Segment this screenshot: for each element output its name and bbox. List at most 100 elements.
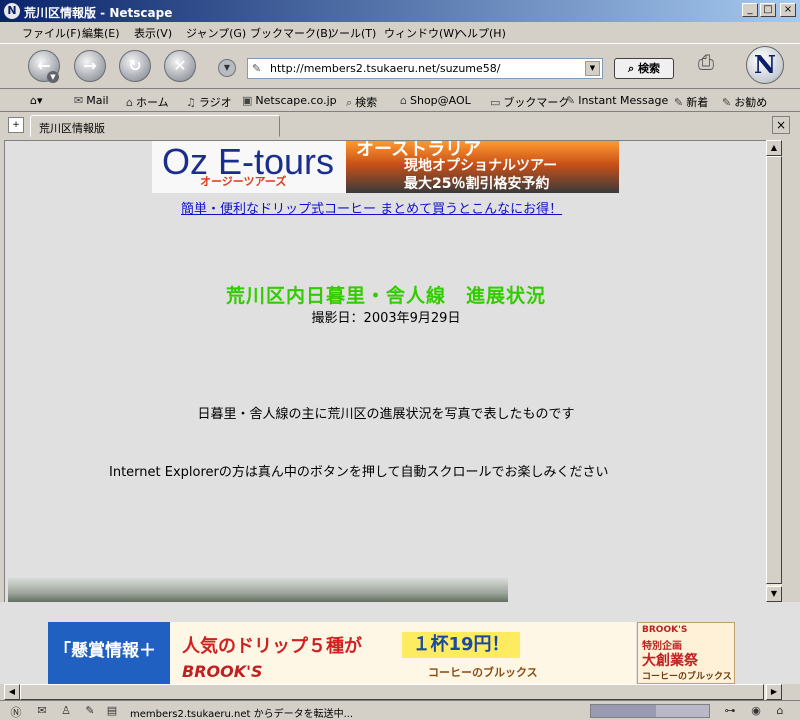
mail-icon: ✉ <box>74 94 84 107</box>
forward-arrow-icon: → <box>83 56 97 75</box>
folder-icon: ▭ <box>490 96 501 109</box>
minimize-button[interactable]: _ <box>742 3 758 17</box>
bookmark-home[interactable]: ⌂ ホーム <box>126 94 169 110</box>
vertical-scrollbar[interactable]: ▲ ▼ <box>766 140 782 602</box>
brooks-banner-headline: 人気のドリップ５種が <box>182 636 362 657</box>
bookmark-shop-aol[interactable]: ⌂ Shop@AOL <box>400 94 471 107</box>
security-eye-icon[interactable]: ◉ <box>748 704 764 718</box>
window-title: 荒川区情報版 - Netscape <box>24 6 173 20</box>
security-lock-icon[interactable]: ⌂ <box>772 704 788 718</box>
bookmark-search[interactable]: ⌕ 検索 <box>346 94 377 110</box>
magnifier-icon: ⌕ <box>628 62 638 75</box>
bookmark-netscape-jp[interactable]: ▣ Netscape.co.jp <box>242 94 337 107</box>
house-icon: ⌂ <box>126 96 133 109</box>
status-text: members2.tsukaeru.net からデータを転送中... <box>130 709 354 720</box>
link-icon: ✎ <box>674 96 684 109</box>
bookmark-folder[interactable]: ▭ ブックマーク <box>490 94 569 110</box>
bottom-banner-frame: 「懸賞情報＋ 人気のドリップ５種が １杯19円！ BROOK'S コーヒーのブル… <box>0 602 800 684</box>
oz-banner-subtitle: オージーツアーズ <box>200 175 287 188</box>
construction-photo <box>8 578 508 602</box>
australia-tour-banner[interactable]: オーストラリア 現地オプショナルツアー 最大25％割引格安予約 <box>346 141 619 193</box>
my-netscape-icon: ▣ <box>242 94 253 107</box>
url-history-dropdown[interactable]: ▼ <box>585 61 600 76</box>
url-input[interactable] <box>270 61 580 76</box>
mail-status-icon[interactable]: ✉ <box>34 704 50 718</box>
go-button[interactable]: ▼ <box>218 59 236 77</box>
tab-arakawa[interactable]: 荒川区情報版 <box>30 115 280 137</box>
tab-label: 荒川区情報版 <box>39 122 105 135</box>
brooks-banner-sub: コーヒーのブルックス <box>428 666 538 679</box>
search-button-label: 検索 <box>638 62 660 75</box>
url-bar[interactable]: ✎ ▼ <box>247 58 603 79</box>
forward-button[interactable]: → <box>74 50 106 82</box>
menu-edit[interactable]: 編集(E) <box>82 25 120 41</box>
scroll-left-arrow[interactable]: ◀ <box>4 684 20 700</box>
print-icon[interactable]: ⎙ <box>698 50 726 74</box>
stop-icon: ✕ <box>173 56 187 75</box>
tab-bar: + 荒川区情報版 × <box>0 113 800 138</box>
back-button[interactable]: ← ▼ <box>28 50 60 83</box>
online-connection-icon[interactable]: ⊶ <box>722 704 738 718</box>
menu-view[interactable]: 表示(V) <box>134 25 172 41</box>
search-icon: ⌕ <box>346 96 353 109</box>
brooks-sale-brand: BROOK'S <box>642 625 688 635</box>
close-window-button[interactable]: × <box>780 3 796 17</box>
bookmark-recommended[interactable]: ✎ お勧め <box>722 94 767 110</box>
home-toolbar-icon[interactable]: ⌂▾ <box>30 94 43 107</box>
reload-icon: ↻ <box>128 56 142 75</box>
brooks-banner-price: １杯19円！ <box>402 632 520 658</box>
link-icon: ✎ <box>722 96 732 109</box>
close-tab-button[interactable]: × <box>772 116 790 134</box>
menu-go[interactable]: ジャンプ(G) <box>186 25 246 41</box>
window-titlebar[interactable]: N 荒川区情報版 - Netscape _ □ × <box>0 0 800 22</box>
oz-etours-banner[interactable]: Oz E-tours オージーツアーズ <box>152 141 348 193</box>
page-title: 荒川区内日暮里・舎人線 進展状況 <box>225 285 546 307</box>
ie-scroll-note: Internet Explorerの方は真ん中のボタンを押して自動スクロールでお… <box>109 465 609 480</box>
stop-button[interactable]: ✕ <box>164 50 196 82</box>
coffee-ad-link[interactable]: 簡単・便利なドリップ式コーヒー まとめて買うとこんなにお得！ <box>181 198 562 217</box>
brooks-sale-banner[interactable]: BROOK'S 特別企画 大創業祭 コーヒーのブルックス <box>637 622 735 684</box>
brooks-banner-brand: BROOK'S <box>182 662 263 681</box>
brooks-sale-sub: コーヒーのブルックス <box>642 672 732 682</box>
personal-toolbar: ⌂▾ ✉ Mail ⌂ ホーム ♫ ラジオ ▣ Netscape.co.jp ⌕ 検索 ⌂… <box>0 90 800 112</box>
maximize-button[interactable]: □ <box>760 3 776 17</box>
menu-bar: ファイル(F) 編集(E) 表示(V) ジャンプ(G) ブックマーク(B) ツー… <box>0 22 800 42</box>
scroll-up-arrow[interactable]: ▲ <box>766 140 782 156</box>
netscape-status-icon[interactable]: Ⓝ <box>8 704 24 719</box>
page-proxy-icon[interactable]: ✎ <box>252 62 261 75</box>
headphones-icon: ♫ <box>186 96 196 109</box>
menu-tools[interactable]: ツール(T) <box>328 25 376 41</box>
vertical-scroll-thumb[interactable] <box>766 156 782 584</box>
back-history-dropdown[interactable]: ▼ <box>47 71 59 83</box>
bookmark-instant-message[interactable]: ✎ Instant Message <box>566 94 668 107</box>
menu-file[interactable]: ファイル(F) <box>22 25 81 41</box>
netscape-app-icon[interactable]: N <box>4 3 20 19</box>
menu-window[interactable]: ウィンドウ(W) <box>384 25 458 41</box>
scroll-down-arrow[interactable]: ▼ <box>766 586 782 602</box>
photo-date: 撮影日：2003年9月29日 <box>311 311 461 326</box>
bookmark-radio[interactable]: ♫ ラジオ <box>186 94 232 110</box>
bookmark-mail[interactable]: ✉ Mail <box>74 94 109 107</box>
new-tab-icon[interactable]: + <box>8 117 24 133</box>
brooks-drip-banner[interactable]: 人気のドリップ５種が １杯19円！ BROOK'S コーヒーのブルックス <box>170 622 636 684</box>
aus-banner-line3: 最大25％割引格安予約 <box>404 176 550 192</box>
address-book-status-icon[interactable]: ▤ <box>104 704 120 718</box>
status-bar: Ⓝ ✉ ♙ ✎ ▤ members2.tsukaeru.net からデータを転送… <box>0 700 800 720</box>
search-button[interactable]: ⌕ 検索 <box>614 58 674 79</box>
composer-status-icon[interactable]: ✎ <box>82 704 98 718</box>
netscape-logo[interactable]: N <box>746 46 784 84</box>
scroll-right-arrow[interactable]: ▶ <box>766 684 782 700</box>
menu-bookmarks[interactable]: ブックマーク(B) <box>250 25 332 41</box>
aim-status-icon[interactable]: ♙ <box>58 704 74 718</box>
aus-banner-line2: 現地オプショナルツアー <box>404 158 558 174</box>
horizontal-scrollbar[interactable]: ◀ ▶ <box>4 684 782 700</box>
brooks-sale-main: 大創業祭 <box>642 653 698 669</box>
bookmark-new[interactable]: ✎ 新着 <box>674 94 708 110</box>
reload-button[interactable]: ↻ <box>119 50 151 82</box>
horizontal-scroll-thumb[interactable] <box>20 684 764 700</box>
menu-help[interactable]: ヘルプ(H) <box>456 25 506 41</box>
progress-fill <box>591 705 656 717</box>
prize-info-banner[interactable]: 「懸賞情報＋ <box>48 622 170 684</box>
page-content: Oz E-tours オージーツアーズ オーストラリア 現地オプショナルツアー … <box>4 140 766 602</box>
page-description: 日暮里・舎人線の主に荒川区の進展状況を写真で表したものです <box>197 407 575 422</box>
